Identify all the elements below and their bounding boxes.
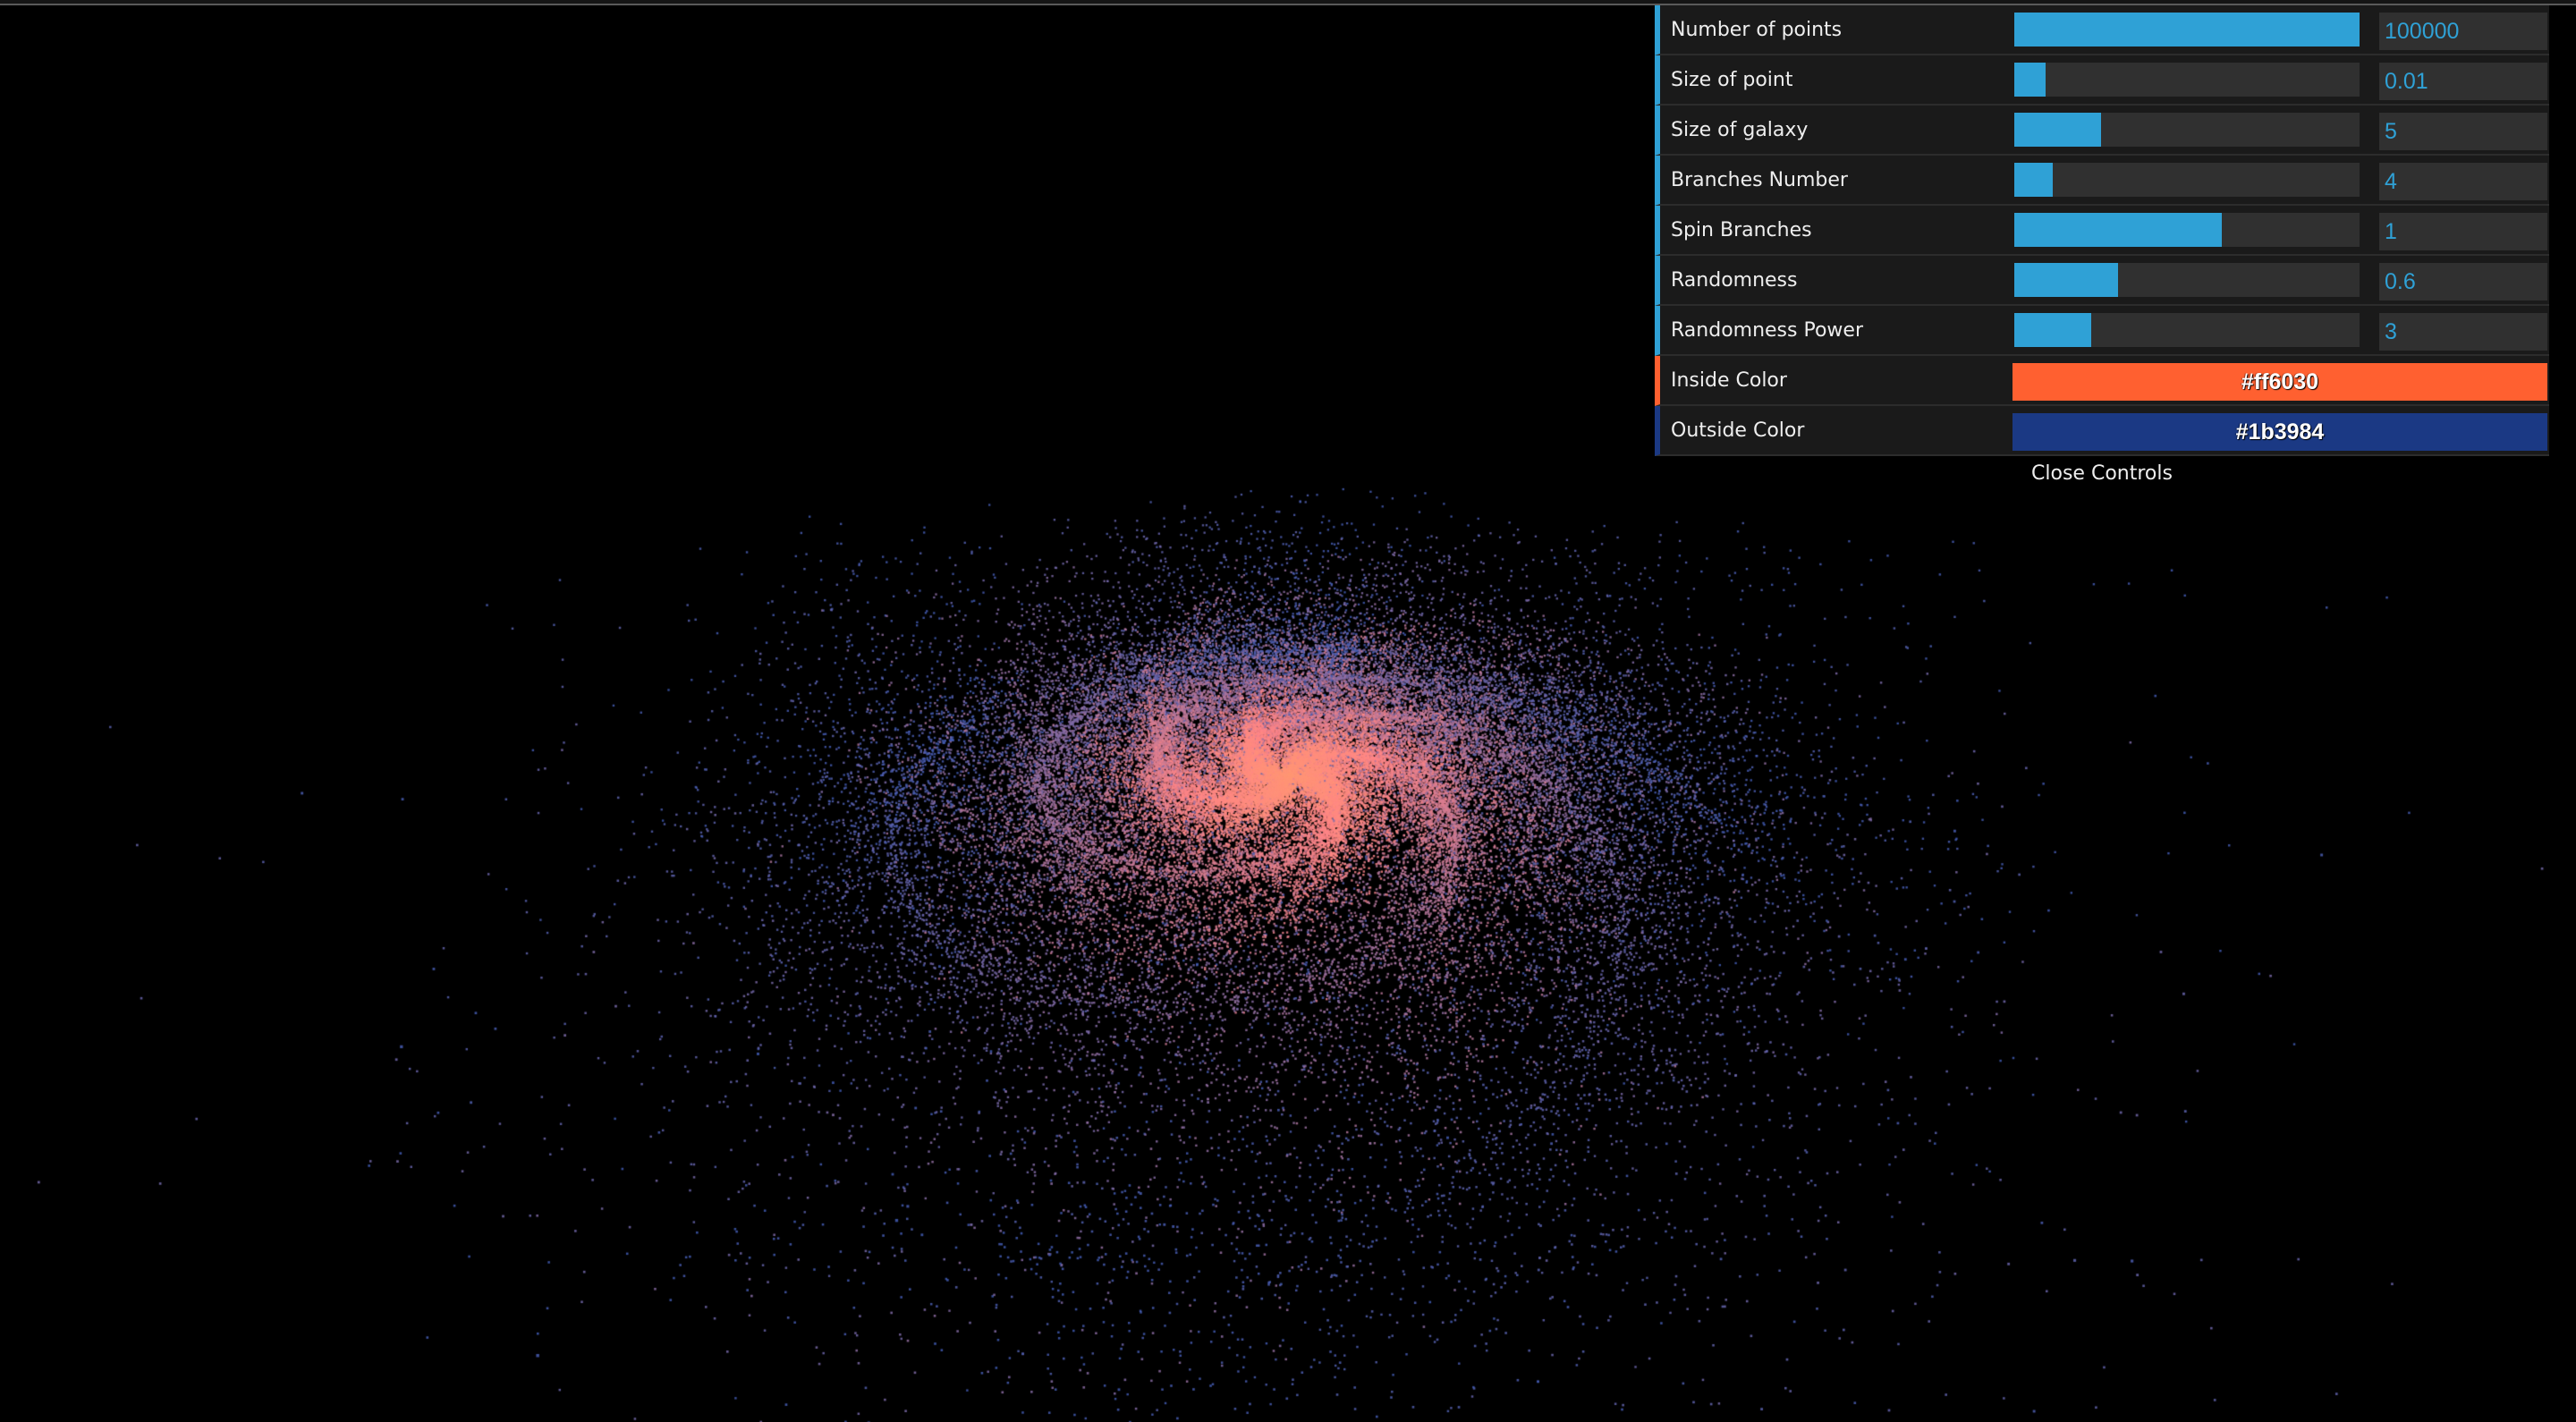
control-size-of-galaxy: Size of galaxy 5 [1655, 106, 2549, 156]
slider-fill [2014, 13, 2360, 47]
control-randomness: Randomness 0.6 [1655, 256, 2549, 306]
spin-branches-slider[interactable] [2014, 213, 2360, 247]
slider-fill [2014, 213, 2222, 247]
control-size-of-point: Size of point 0.01 [1655, 55, 2549, 106]
control-number-of-points: Number of points 100000 [1655, 5, 2549, 55]
size-of-point-input[interactable]: 0.01 [2379, 63, 2547, 100]
number-of-points-slider[interactable] [2014, 13, 2360, 47]
control-label: Size of galaxy [1671, 118, 1809, 141]
control-label: Randomness [1671, 268, 1798, 292]
control-label: Inside Color [1671, 368, 1787, 392]
randomness-slider[interactable] [2014, 263, 2360, 297]
control-outside-color: Outside Color #1b3984 [1655, 406, 2549, 456]
control-label: Spin Branches [1671, 218, 1812, 241]
spin-branches-input[interactable]: 1 [2379, 213, 2547, 250]
slider-fill [2014, 63, 2046, 97]
close-controls-button[interactable]: Close Controls [1655, 456, 2549, 492]
slider-fill [2014, 113, 2101, 147]
outside-color-picker[interactable]: #1b3984 [2012, 413, 2547, 451]
randomness-power-input[interactable]: 3 [2379, 313, 2547, 351]
randomness-power-slider[interactable] [2014, 313, 2360, 347]
control-label: Size of point [1671, 68, 1793, 91]
control-randomness-power: Randomness Power 3 [1655, 306, 2549, 356]
controls-panel: Number of points 100000 Size of point 0.… [1655, 5, 2549, 492]
number-of-points-input[interactable]: 100000 [2379, 13, 2547, 50]
control-label: Branches Number [1671, 168, 1848, 191]
branches-number-input[interactable]: 4 [2379, 163, 2547, 200]
control-label: Number of points [1671, 18, 1843, 41]
control-branches-number: Branches Number 4 [1655, 156, 2549, 206]
control-spin-branches: Spin Branches 1 [1655, 206, 2549, 256]
size-of-point-slider[interactable] [2014, 63, 2360, 97]
size-of-galaxy-input[interactable]: 5 [2379, 113, 2547, 150]
control-label: Outside Color [1671, 419, 1805, 442]
branches-number-slider[interactable] [2014, 163, 2360, 197]
control-inside-color: Inside Color #ff6030 [1655, 356, 2549, 406]
inside-color-picker[interactable]: #ff6030 [2012, 363, 2547, 401]
slider-fill [2014, 163, 2053, 197]
control-label: Randomness Power [1671, 318, 1863, 342]
size-of-galaxy-slider[interactable] [2014, 113, 2360, 147]
slider-fill [2014, 313, 2091, 347]
randomness-input[interactable]: 0.6 [2379, 263, 2547, 300]
slider-fill [2014, 263, 2118, 297]
